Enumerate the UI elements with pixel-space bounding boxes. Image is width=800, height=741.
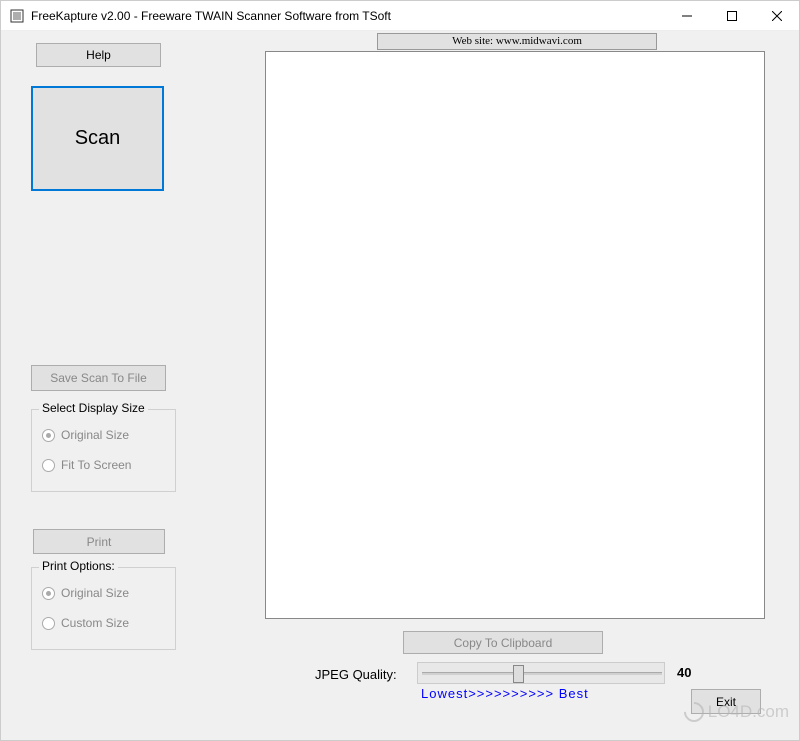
app-icon <box>9 8 25 24</box>
window-title: FreeKapture v2.00 - Freeware TWAIN Scann… <box>31 9 664 23</box>
jpeg-quality-slider[interactable] <box>417 662 665 684</box>
radio-icon <box>42 429 55 442</box>
watermark-icon <box>680 698 708 726</box>
print-button[interactable]: Print <box>33 529 165 554</box>
jpeg-quality-value: 40 <box>677 665 691 680</box>
help-button[interactable]: Help <box>36 43 161 67</box>
radio-print-custom[interactable]: Custom Size <box>42 616 175 630</box>
minimize-button[interactable] <box>664 1 709 30</box>
radio-label: Custom Size <box>61 616 129 630</box>
titlebar: FreeKapture v2.00 - Freeware TWAIN Scann… <box>1 1 799 31</box>
watermark-text: LO4D.com <box>708 702 789 722</box>
jpeg-quality-label: JPEG Quality: <box>315 667 397 682</box>
radio-icon <box>42 459 55 472</box>
scan-button[interactable]: Scan <box>31 86 164 191</box>
radio-label: Original Size <box>61 586 129 600</box>
radio-print-original[interactable]: Original Size <box>42 586 175 600</box>
print-options-group: Print Options: Original Size Custom Size <box>31 567 176 650</box>
radio-label: Original Size <box>61 428 129 442</box>
slider-channel <box>422 672 662 675</box>
scan-preview-area <box>265 51 765 619</box>
radio-original-size[interactable]: Original Size <box>42 428 175 442</box>
website-banner[interactable]: Web site: www.midwavi.com <box>377 33 657 50</box>
radio-icon <box>42 587 55 600</box>
app-window: FreeKapture v2.00 - Freeware TWAIN Scann… <box>0 0 800 741</box>
radio-label: Fit To Screen <box>61 458 131 472</box>
display-size-legend: Select Display Size <box>39 401 148 415</box>
radio-fit-to-screen[interactable]: Fit To Screen <box>42 458 175 472</box>
maximize-button[interactable] <box>709 1 754 30</box>
copy-to-clipboard-button[interactable]: Copy To Clipboard <box>403 631 603 654</box>
print-options-legend: Print Options: <box>39 559 118 573</box>
watermark: LO4D.com <box>684 702 789 722</box>
save-scan-button[interactable]: Save Scan To File <box>31 365 166 391</box>
content-area: Help Scan Save Scan To File Select Displ… <box>1 31 799 740</box>
close-button[interactable] <box>754 1 799 30</box>
radio-icon <box>42 617 55 630</box>
quality-hint-label: Lowest>>>>>>>>>> Best <box>421 686 589 701</box>
slider-thumb[interactable] <box>513 665 524 683</box>
window-controls <box>664 1 799 30</box>
display-size-group: Select Display Size Original Size Fit To… <box>31 409 176 492</box>
scan-button-label: Scan <box>75 127 121 150</box>
